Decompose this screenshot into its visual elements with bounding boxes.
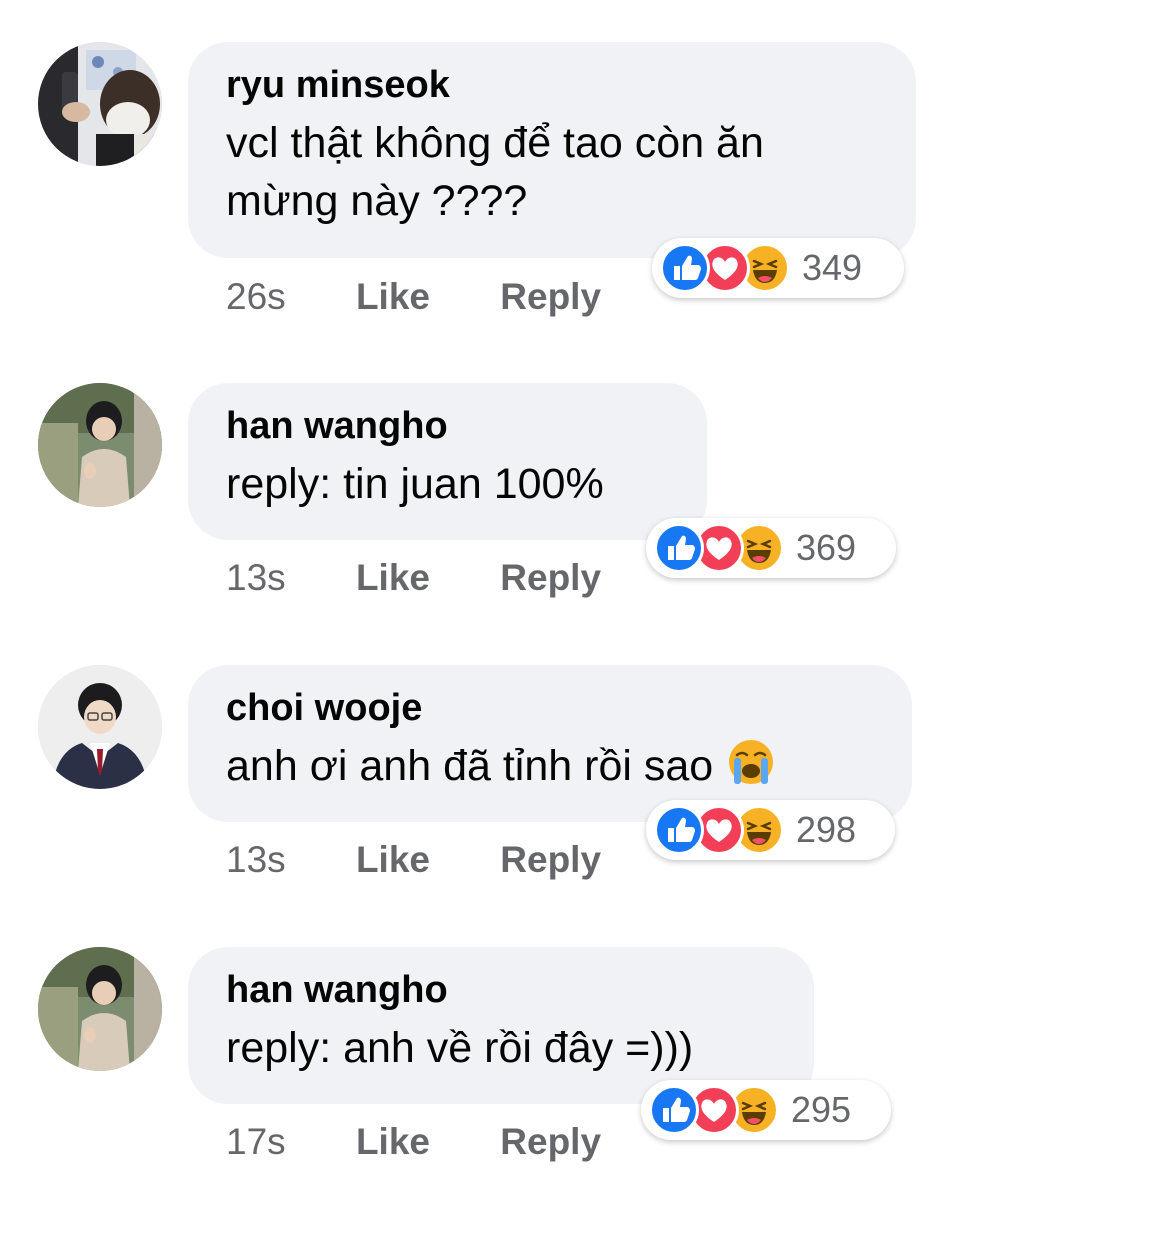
like-button[interactable]: Like: [356, 1121, 430, 1163]
avatar[interactable]: [38, 42, 162, 166]
reply-button[interactable]: Reply: [500, 276, 601, 318]
comment-actions: 13s Like Reply: [226, 839, 601, 881]
comment-actions: 13s Like Reply: [226, 557, 601, 599]
comment-3: choi wooje anh ơi anh đã tỉnh rồi sao 29…: [0, 665, 1170, 965]
like-button[interactable]: Like: [356, 839, 430, 881]
reaction-summary[interactable]: 369: [646, 518, 896, 578]
like-button[interactable]: Like: [356, 276, 430, 318]
like-icon: [654, 805, 704, 855]
avatar[interactable]: [38, 383, 162, 507]
comment-bubble: han wangho reply: tin juan 100%: [188, 383, 707, 540]
reaction-summary[interactable]: 298: [646, 800, 895, 860]
comment-timestamp[interactable]: 13s: [226, 557, 286, 599]
reaction-summary[interactable]: 349: [652, 238, 904, 298]
comment-text: anh ơi anh đã tỉnh rồi sao: [226, 737, 874, 795]
reply-button[interactable]: Reply: [500, 557, 601, 599]
like-button[interactable]: Like: [356, 557, 430, 599]
comment-author[interactable]: ryu minseok: [226, 62, 878, 108]
comment-1: ryu minseok vcl thật không để tao còn ăn…: [0, 42, 1170, 342]
reply-button[interactable]: Reply: [500, 839, 601, 881]
avatar[interactable]: [38, 947, 162, 1071]
comment-text: reply: tin juan 100%: [226, 460, 604, 508]
like-icon: [654, 523, 704, 573]
profile-photo-outdoor-icon: [38, 947, 162, 1071]
comment-text: vcl thật không để tao còn ăn mừng này ??…: [226, 119, 764, 225]
reaction-count: 298: [796, 809, 857, 850]
reaction-summary[interactable]: 295: [641, 1080, 891, 1140]
profile-photo-outdoor-icon: [38, 383, 162, 507]
comment-text: reply: anh về rồi đây =))): [226, 1024, 694, 1072]
reply-button[interactable]: Reply: [500, 1121, 601, 1163]
comment-4: han wangho reply: anh về rồi đây =))) 29…: [0, 947, 1170, 1247]
comment-author[interactable]: han wangho: [226, 403, 669, 449]
reaction-count: 295: [791, 1089, 852, 1130]
like-icon: [649, 1085, 699, 1135]
comment-2: han wangho reply: tin juan 100% 369 13s …: [0, 383, 1170, 683]
profile-photo-uniform-icon: [38, 665, 162, 789]
comment-timestamp[interactable]: 26s: [226, 276, 286, 318]
comment-bubble: choi wooje anh ơi anh đã tỉnh rồi sao: [188, 665, 912, 822]
comment-actions: 17s Like Reply: [226, 1121, 601, 1163]
reaction-count: 369: [796, 527, 857, 568]
profile-photo-phone-mask-icon: [38, 42, 162, 166]
reaction-count: 349: [802, 247, 863, 288]
comment-timestamp[interactable]: 13s: [226, 839, 286, 881]
comment-actions: 26s Like Reply: [226, 276, 601, 318]
avatar[interactable]: [38, 665, 162, 789]
comment-bubble: ryu minseok vcl thật không để tao còn ăn…: [188, 42, 916, 258]
comment-author[interactable]: han wangho: [226, 967, 776, 1013]
loudly-crying-face-icon: [729, 740, 774, 784]
like-icon: [660, 243, 710, 293]
comment-author[interactable]: choi wooje: [226, 685, 874, 731]
comment-text-content: anh ơi anh đã tỉnh rồi sao: [226, 742, 714, 790]
comment-timestamp[interactable]: 17s: [226, 1121, 286, 1163]
